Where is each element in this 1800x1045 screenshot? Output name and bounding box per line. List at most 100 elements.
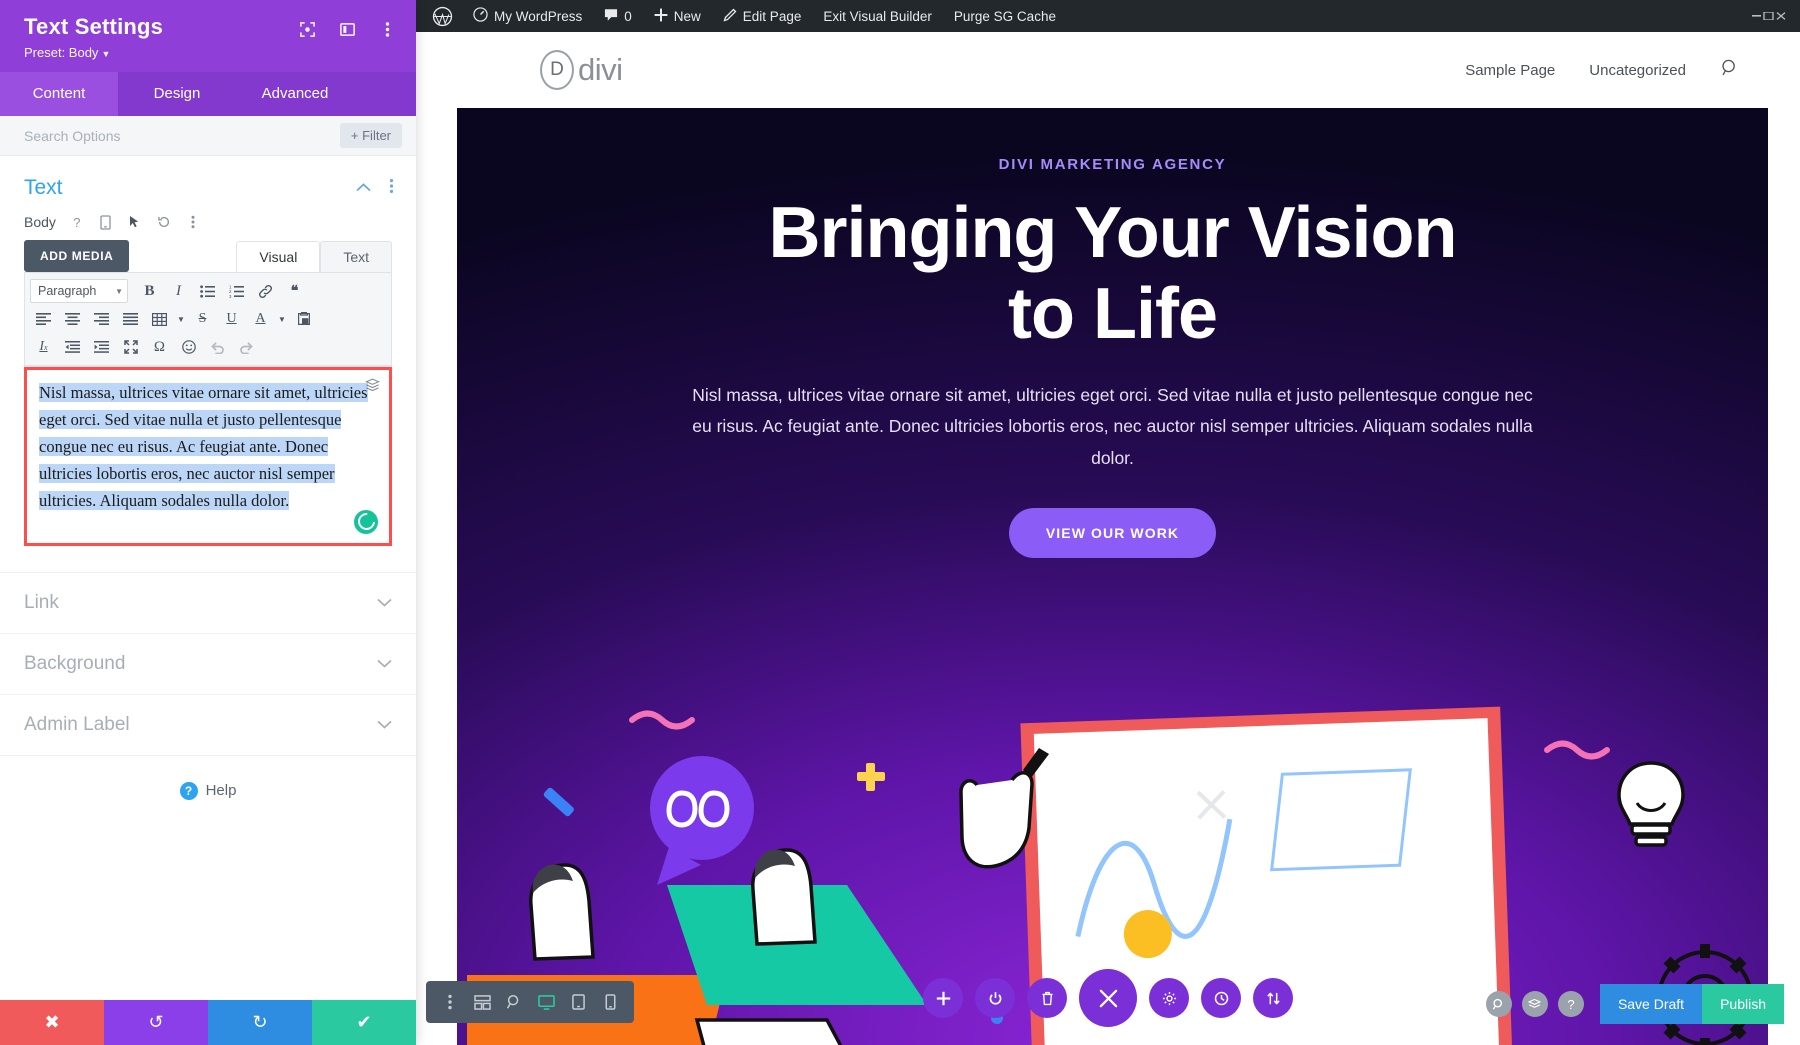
- undo-button[interactable]: ↺: [104, 1000, 208, 1045]
- help-question-icon[interactable]: ?: [69, 214, 85, 230]
- search-icon[interactable]: [1720, 58, 1740, 83]
- table-dropdown-icon[interactable]: ▼: [175, 306, 187, 332]
- zoom-icon[interactable]: [500, 988, 528, 1016]
- sort-button[interactable]: [1253, 978, 1293, 1018]
- focus-icon[interactable]: [298, 20, 316, 38]
- comment-icon: [604, 8, 618, 25]
- format-select-value: Paragraph: [38, 284, 97, 299]
- wp-admin-bar: My WordPress 0 New Edit Page Exit Visual…: [416, 0, 1800, 32]
- more-vertical-icon[interactable]: [436, 988, 464, 1016]
- accordion-item-background[interactable]: Background: [0, 632, 416, 694]
- trash-button[interactable]: [1027, 978, 1067, 1018]
- site-logo[interactable]: D divi: [540, 50, 623, 90]
- layers-icon[interactable]: [1521, 991, 1548, 1017]
- chevron-down-icon: [377, 595, 392, 610]
- align-center-icon[interactable]: [59, 306, 86, 332]
- text-color-icon[interactable]: A: [247, 306, 274, 332]
- field-more-icon[interactable]: [185, 214, 201, 230]
- adminbar-item-exit-visual-builder[interactable]: Exit Visual Builder: [812, 0, 943, 32]
- strikethrough-icon[interactable]: S: [189, 306, 216, 332]
- tab-content[interactable]: Content: [0, 72, 118, 117]
- tab-design[interactable]: Design: [118, 72, 236, 116]
- add-media-button[interactable]: ADD MEDIA: [24, 240, 130, 273]
- redo-icon[interactable]: [233, 334, 260, 360]
- adminbar-item-edit-page[interactable]: Edit Page: [712, 0, 813, 32]
- indent-icon[interactable]: [88, 334, 115, 360]
- window-controls[interactable]: [1752, 12, 1800, 20]
- power-button[interactable]: [975, 978, 1015, 1018]
- responsive-phone-icon[interactable]: [98, 214, 114, 230]
- layout-icon[interactable]: [338, 20, 356, 38]
- adminbar-item-comments[interactable]: 0: [593, 0, 643, 32]
- bulleted-list-icon[interactable]: [194, 278, 221, 304]
- adminbar-item-my-wordpress[interactable]: My WordPress: [462, 0, 593, 32]
- zoom-icon[interactable]: [1485, 991, 1512, 1017]
- add-section-button[interactable]: [923, 978, 963, 1018]
- editor-paragraph[interactable]: Nisl massa, ultrices vitae ornare sit am…: [39, 380, 375, 514]
- redo-button[interactable]: ↻: [208, 1000, 312, 1045]
- panel-footer-actions: ✖ ↺ ↻ ✔: [0, 1000, 416, 1045]
- publish-button[interactable]: Publish: [1702, 984, 1784, 1024]
- gear-button[interactable]: [1149, 978, 1189, 1018]
- editor-content-area[interactable]: Nisl massa, ultrices vitae ornare sit am…: [27, 370, 389, 543]
- format-select[interactable]: Paragraph ▼: [30, 279, 128, 304]
- paste-as-text-icon[interactable]: [290, 306, 317, 332]
- search-input[interactable]: [24, 127, 340, 144]
- text-color-dropdown-icon[interactable]: ▼: [276, 306, 288, 332]
- clear-formatting-icon[interactable]: Ix: [30, 334, 57, 360]
- view-our-work-button[interactable]: VIEW OUR WORK: [1008, 507, 1217, 558]
- chevron-up-icon[interactable]: [356, 179, 371, 197]
- fullscreen-icon[interactable]: [117, 334, 144, 360]
- preset-selector[interactable]: Preset: Body ▼: [24, 45, 163, 60]
- align-justify-icon[interactable]: [117, 306, 144, 332]
- align-right-icon[interactable]: [88, 306, 115, 332]
- tab-advanced[interactable]: Advanced: [236, 72, 354, 116]
- help-link[interactable]: ? Help: [0, 756, 416, 826]
- save-button[interactable]: ✔: [312, 1000, 416, 1045]
- outdent-icon[interactable]: [59, 334, 86, 360]
- hover-cursor-icon[interactable]: [127, 214, 143, 230]
- special-character-icon[interactable]: Ω: [146, 334, 173, 360]
- bold-icon[interactable]: B: [136, 278, 163, 304]
- tab-text[interactable]: Text: [320, 241, 392, 273]
- accordion-item-admin-label[interactable]: Admin Label: [0, 693, 416, 756]
- reset-icon[interactable]: [156, 214, 172, 230]
- phone-icon[interactable]: [596, 988, 624, 1016]
- help-icon[interactable]: ?: [1557, 991, 1584, 1017]
- grammarly-icon[interactable]: [354, 509, 378, 534]
- wireframe-icon[interactable]: [468, 988, 496, 1016]
- numbered-list-icon[interactable]: 123: [223, 278, 250, 304]
- tablet-icon[interactable]: [564, 988, 592, 1016]
- filter-button[interactable]: + Filter: [339, 123, 402, 149]
- logo-d-icon: D: [540, 50, 574, 90]
- blockquote-icon[interactable]: ❝: [281, 278, 308, 304]
- history-button[interactable]: [1201, 978, 1241, 1018]
- more-vertical-icon[interactable]: [378, 20, 396, 38]
- underline-icon[interactable]: U: [218, 306, 245, 332]
- chevron-down-icon: [377, 656, 392, 671]
- adminbar-item-purge-sg-cache[interactable]: Purge SG Cache: [943, 0, 1067, 32]
- undo-icon[interactable]: [204, 334, 231, 360]
- tab-visual[interactable]: Visual: [236, 241, 321, 273]
- table-icon[interactable]: [146, 306, 173, 332]
- desktop-icon[interactable]: [532, 988, 560, 1016]
- cancel-button[interactable]: ✖: [0, 1000, 104, 1045]
- nav-item-uncategorized[interactable]: Uncategorized: [1589, 62, 1686, 79]
- emoji-icon[interactable]: [175, 334, 202, 360]
- divi-visual-builder: Text Settings Preset: Body ▼ Content Des…: [0, 0, 1800, 1045]
- align-left-icon[interactable]: [30, 306, 57, 332]
- adminbar-item-new[interactable]: New: [643, 0, 712, 32]
- stack-icon[interactable]: [365, 378, 380, 397]
- link-icon[interactable]: [252, 278, 279, 304]
- italic-icon[interactable]: I: [165, 278, 192, 304]
- section-more-icon[interactable]: [389, 178, 394, 199]
- hero-heading-line2: to Life: [1008, 273, 1218, 354]
- save-draft-button[interactable]: Save Draft: [1599, 984, 1703, 1024]
- wordpress-logo-icon[interactable]: [426, 0, 462, 32]
- nav-item-sample-page[interactable]: Sample Page: [1465, 62, 1555, 79]
- adminbar-label: Purge SG Cache: [953, 8, 1056, 24]
- builder-action-bar: [923, 969, 1293, 1027]
- accordion-item-link[interactable]: Link: [0, 571, 416, 633]
- toolbar-row-2: ▼ S U A ▼: [30, 305, 386, 333]
- close-builder-button[interactable]: [1079, 969, 1137, 1027]
